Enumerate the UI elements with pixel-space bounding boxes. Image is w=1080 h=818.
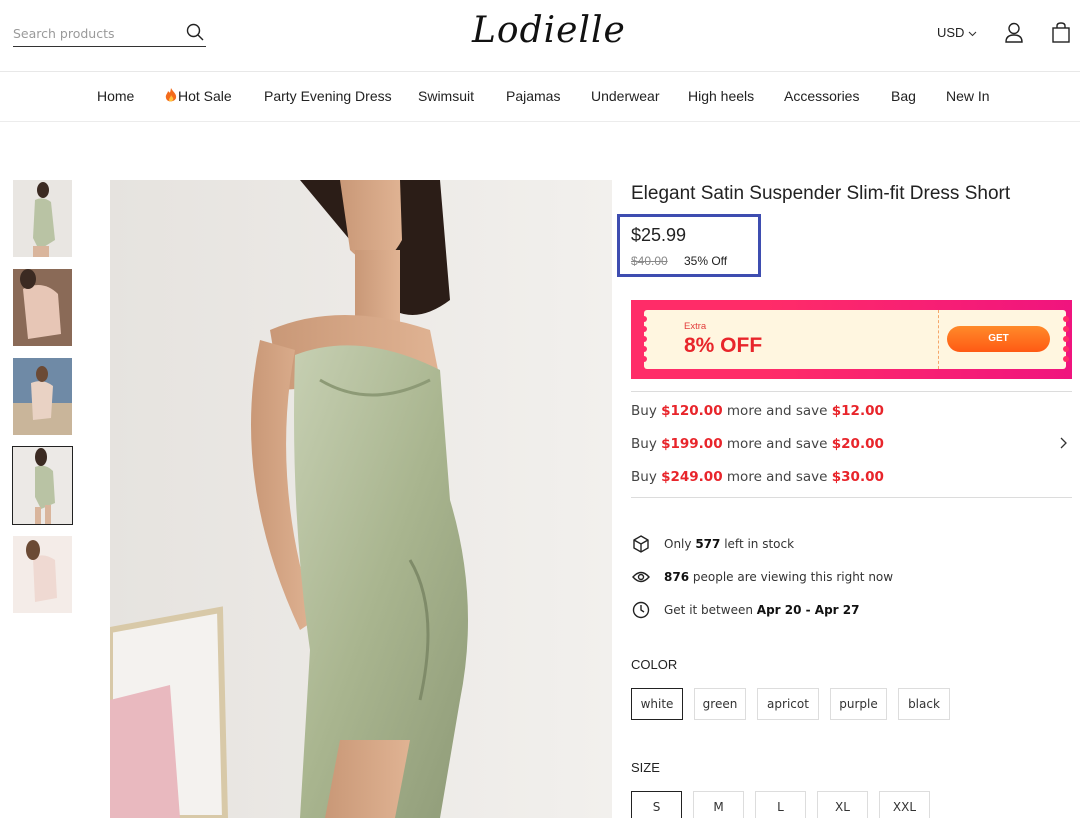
nav-new-in[interactable]: New In bbox=[946, 88, 990, 104]
size-option-s[interactable]: S bbox=[631, 791, 682, 818]
color-option-purple[interactable]: purple bbox=[830, 688, 887, 720]
search-icon[interactable] bbox=[186, 23, 204, 46]
promo-amount: $199.00 bbox=[661, 436, 723, 452]
delivery-info: Get it between Apr 20 - Apr 27 bbox=[631, 600, 859, 620]
chevron-down-icon bbox=[968, 25, 977, 40]
promo-middle: more and save bbox=[726, 403, 828, 419]
coupon-card: Extra 8% OFF GET bbox=[641, 310, 1069, 369]
promo-prefix: Buy bbox=[631, 436, 657, 452]
promotion-line-2: Buy $199.00 more and save $20.00 bbox=[631, 436, 884, 452]
viewers-info: 876 people are viewing this right now bbox=[631, 567, 893, 587]
promo-save: $12.00 bbox=[831, 403, 884, 419]
size-option-m[interactable]: M bbox=[693, 791, 744, 818]
nav-swimsuit[interactable]: Swimsuit bbox=[418, 88, 474, 104]
main-navigation: Home Hot Sale Party Evening Dress Swimsu… bbox=[0, 73, 1080, 122]
color-option-white[interactable]: white bbox=[631, 688, 683, 720]
product-main-image[interactable] bbox=[110, 180, 612, 818]
color-option-black[interactable]: black bbox=[898, 688, 950, 720]
product-price: $25.99 bbox=[631, 225, 687, 245]
fire-icon bbox=[165, 88, 177, 106]
viewers-count: 876 bbox=[664, 570, 690, 584]
thumbnail-4-selected[interactable] bbox=[12, 446, 73, 525]
thumbnail-1[interactable] bbox=[13, 180, 72, 257]
nav-hot-sale[interactable]: Hot Sale bbox=[165, 88, 232, 106]
promo-save: $20.00 bbox=[831, 436, 884, 452]
eye-icon bbox=[631, 567, 651, 587]
promo-prefix: Buy bbox=[631, 469, 657, 485]
currency-selector[interactable]: USD bbox=[937, 25, 977, 40]
promotion-line-3: Buy $249.00 more and save $30.00 bbox=[631, 469, 884, 485]
product-title: Elegant Satin Suspender Slim-fit Dress S… bbox=[631, 183, 1011, 204]
cart-bag-icon[interactable] bbox=[1051, 22, 1071, 49]
coupon-percent: 8% OFF bbox=[684, 334, 763, 357]
color-label: COLOR bbox=[631, 657, 678, 672]
nav-pajamas[interactable]: Pajamas bbox=[506, 88, 560, 104]
viewers-suffix: people are viewing this right now bbox=[692, 570, 894, 584]
nav-underwear[interactable]: Underwear bbox=[591, 88, 659, 104]
box-icon bbox=[631, 534, 651, 554]
nav-accessories[interactable]: Accessories bbox=[784, 88, 859, 104]
currency-label: USD bbox=[937, 25, 965, 40]
divider bbox=[631, 391, 1072, 392]
promo-middle: more and save bbox=[726, 436, 828, 452]
nav-hot-sale-label: Hot Sale bbox=[178, 88, 232, 104]
search-bar bbox=[13, 21, 206, 47]
promo-amount: $120.00 bbox=[661, 403, 723, 419]
discount-badge: 35% Off bbox=[684, 254, 728, 268]
delivery-prefix: Get it between bbox=[664, 603, 753, 617]
delivery-range: Apr 20 - Apr 27 bbox=[756, 603, 860, 617]
divider bbox=[631, 497, 1072, 498]
stock-suffix: left in stock bbox=[724, 537, 795, 551]
site-logo[interactable]: Lodielle bbox=[472, 10, 626, 51]
chevron-right-icon[interactable] bbox=[1060, 436, 1068, 454]
nav-high-heels[interactable]: High heels bbox=[688, 88, 754, 104]
promo-amount: $249.00 bbox=[661, 469, 723, 485]
color-option-apricot[interactable]: apricot bbox=[757, 688, 819, 720]
coupon-get-button[interactable]: GET bbox=[947, 326, 1050, 352]
thumbnail-3[interactable] bbox=[13, 358, 72, 435]
color-option-green[interactable]: green bbox=[694, 688, 746, 720]
original-price: $40.00 bbox=[631, 254, 668, 268]
promotion-line-1: Buy $120.00 more and save $12.00 bbox=[631, 403, 884, 419]
size-option-xxl[interactable]: XXL bbox=[879, 791, 930, 818]
thumbnail-2[interactable] bbox=[13, 269, 72, 346]
coupon-extra-label: Extra bbox=[684, 321, 707, 332]
nav-party-evening-dress[interactable]: Party Evening Dress bbox=[264, 88, 392, 104]
clock-icon bbox=[631, 600, 651, 620]
account-icon[interactable] bbox=[1004, 22, 1024, 49]
nav-home[interactable]: Home bbox=[97, 88, 134, 104]
stock-info: Only 577 left in stock bbox=[631, 534, 794, 554]
coupon-banner: Extra 8% OFF GET bbox=[631, 300, 1072, 379]
size-label: SIZE bbox=[631, 760, 660, 775]
site-header: Lodielle USD bbox=[0, 0, 1080, 72]
stock-count: 577 bbox=[695, 537, 721, 551]
promo-prefix: Buy bbox=[631, 403, 657, 419]
stock-prefix: Only bbox=[664, 537, 692, 551]
coupon-divider bbox=[938, 310, 939, 369]
thumbnail-5[interactable] bbox=[13, 536, 72, 613]
size-option-xl[interactable]: XL bbox=[817, 791, 868, 818]
search-input[interactable] bbox=[13, 21, 173, 45]
promo-save: $30.00 bbox=[831, 469, 884, 485]
size-option-l[interactable]: L bbox=[755, 791, 806, 818]
promo-middle: more and save bbox=[726, 469, 828, 485]
nav-bag[interactable]: Bag bbox=[891, 88, 916, 104]
